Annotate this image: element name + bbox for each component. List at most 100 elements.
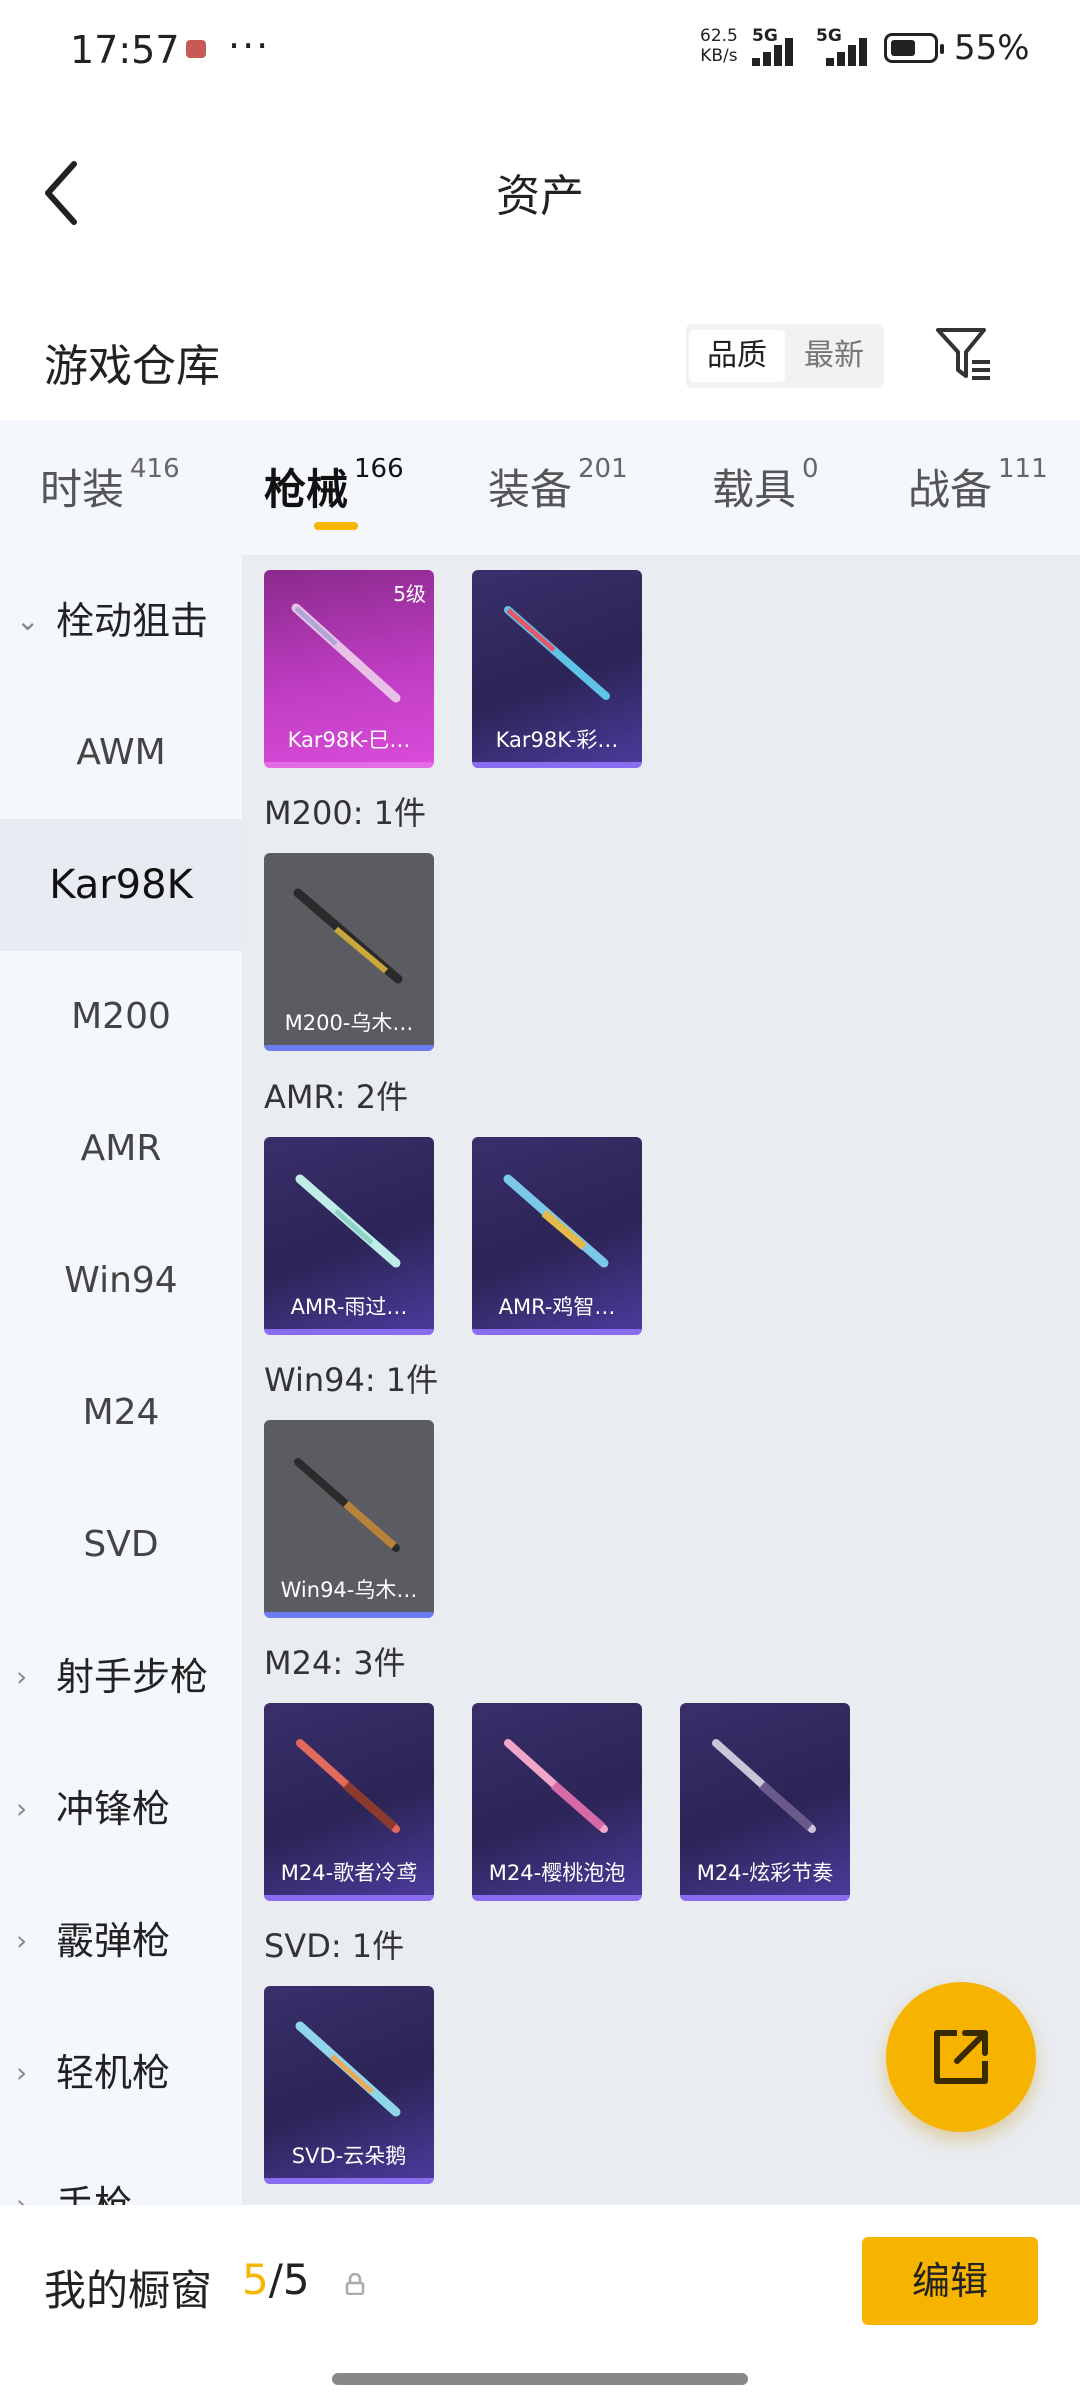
sidebar-item-amr[interactable]: AMR	[0, 1083, 242, 1215]
tab-vehicles[interactable]: 载具 0	[712, 454, 819, 517]
tab-equipment[interactable]: 装备 201	[488, 454, 628, 517]
tab-count: 0	[802, 454, 819, 484]
tab-count: 201	[578, 454, 628, 484]
chevron-right-icon: ›	[16, 2188, 28, 2205]
sort-latest-button[interactable]: 最新	[786, 330, 882, 382]
showcase-count-total: /5	[268, 2255, 310, 2304]
sidebar-category-pistol[interactable]: › 手枪	[0, 2139, 242, 2205]
group-title-amr: AMR: 2件	[264, 1078, 409, 1116]
weapon-card[interactable]: M24-樱桃泡泡	[472, 1703, 642, 1901]
rifle-icon	[296, 1739, 400, 1833]
sidebar-category-marksman[interactable]: › 射手步枪	[0, 1611, 242, 1743]
showcase-count-used: 5	[242, 2255, 269, 2304]
item-level-badge: 5级	[393, 582, 426, 606]
item-name: M24-樱桃泡泡	[488, 1861, 626, 1885]
sort-toggle: 品质 最新	[686, 324, 884, 388]
sidebar-label: 栓动狙击	[56, 599, 209, 643]
item-name: M24-歌者冷鸢	[280, 1861, 418, 1885]
sidebar-label: 冲锋枪	[56, 1787, 171, 1831]
sidebar-item-m24[interactable]: M24	[0, 1347, 242, 1479]
showcase-count: 5/5	[242, 2255, 310, 2304]
chevron-down-icon: ⌄	[16, 604, 40, 637]
tab-label: 战备	[908, 465, 993, 514]
page-title: 资产	[496, 171, 584, 222]
tab-count: 166	[354, 454, 404, 484]
rifle-icon	[295, 2021, 401, 2117]
edit-button[interactable]: 编辑	[862, 2237, 1038, 2325]
sidebar-category-smg[interactable]: › 冲锋枪	[0, 1743, 242, 1875]
rifle-icon	[504, 1739, 608, 1833]
item-name: AMR-鸡智…	[498, 1295, 616, 1319]
item-name: M24-炫彩节奏	[696, 1861, 834, 1885]
tab-label: 时装	[40, 465, 125, 514]
rifle-icon	[295, 1174, 401, 1268]
weapon-card[interactable]: AMR-雨过…	[264, 1137, 434, 1335]
battery-percent: 55%	[954, 28, 1030, 68]
item-name: SVD-云朵鹅	[291, 2144, 407, 2168]
item-name: Win94-乌木…	[280, 1578, 418, 1602]
showcase-label: 我的橱窗	[44, 2266, 213, 2315]
warehouse-header: 游戏仓库 品质 最新	[0, 300, 1080, 420]
showcase-bar: 我的橱窗 5/5 编辑	[0, 2205, 1080, 2400]
weapon-card[interactable]: M24-歌者冷鸢	[264, 1703, 434, 1901]
home-indicator[interactable]	[332, 2373, 748, 2385]
weapon-card[interactable]: Win94-乌木…	[264, 1420, 434, 1618]
sidebar-label: 霰弹枪	[56, 1919, 171, 1963]
item-name: Kar98K-巳…	[287, 728, 411, 752]
chevron-right-icon: ›	[16, 1924, 28, 1957]
tab-label: 装备	[488, 465, 573, 514]
weapon-card[interactable]: 5级 Kar98K-巳…	[264, 570, 434, 768]
sort-quality-button[interactable]: 品质	[689, 330, 785, 382]
weapon-card[interactable]: AMR-鸡智…	[472, 1137, 642, 1335]
weapon-card[interactable]: M24-炫彩节奏	[680, 1703, 850, 1901]
notification-app-icon	[186, 40, 206, 58]
rifle-icon	[712, 1739, 816, 1833]
top-nav: 资产	[0, 120, 1080, 260]
chevron-right-icon: ›	[16, 2056, 28, 2089]
sidebar-item-awm[interactable]: AWM	[0, 687, 242, 819]
weapon-grid: 5级 Kar98K-巳… Kar98K-彩… M200: 1件 M200-乌木……	[242, 555, 1080, 2205]
signal-2-icon	[826, 36, 872, 66]
chevron-right-icon: ›	[16, 1660, 28, 1693]
item-name: AMR-雨过…	[290, 1295, 408, 1319]
network-speed: 62.5 KB/s	[700, 26, 738, 66]
sidebar-category-bolt-action[interactable]: ⌄ 栓动狙击	[0, 555, 242, 687]
group-title-m200: M200: 1件	[264, 794, 427, 832]
net-speed-unit: KB/s	[700, 46, 738, 66]
tab-fashion[interactable]: 时装 416	[40, 454, 180, 517]
sidebar-label: 射手步枪	[56, 1655, 209, 1699]
category-tabs: 时装 416 枪械 166 装备 201 载具 0 战备 111	[0, 420, 1080, 555]
status-time: 17:57	[70, 28, 180, 72]
group-title-win94: Win94: 1件	[264, 1361, 439, 1399]
rifle-icon	[293, 888, 403, 984]
tab-firearms[interactable]: 枪械 166	[264, 454, 404, 517]
tab-label: 载具	[712, 465, 797, 514]
sidebar-label: 轻机枪	[56, 2051, 171, 2095]
status-bar: 17:57 ··· 62.5 KB/s 5G 5G 55%	[0, 0, 1080, 100]
filter-icon[interactable]	[934, 324, 994, 384]
share-button[interactable]	[886, 1982, 1036, 2132]
battery-icon	[884, 33, 944, 63]
weapon-card[interactable]: SVD-云朵鹅	[264, 1986, 434, 2184]
sidebar-item-m200[interactable]: M200	[0, 951, 242, 1083]
tab-indicator	[314, 522, 358, 530]
sidebar-category-lmg[interactable]: › 轻机枪	[0, 2007, 242, 2139]
group-title-m24: M24: 3件	[264, 1644, 406, 1682]
sidebar-label: 手枪	[56, 2183, 133, 2205]
weapon-card[interactable]: M200-乌木…	[264, 853, 434, 1051]
sidebar-item-kar98k[interactable]: Kar98K	[0, 819, 242, 951]
sidebar-item-svd[interactable]: SVD	[0, 1479, 242, 1611]
external-link-icon	[934, 2030, 988, 2084]
chevron-right-icon: ›	[16, 1792, 28, 1825]
weapon-card[interactable]: Kar98K-彩…	[472, 570, 642, 768]
item-name: Kar98K-彩…	[495, 728, 619, 752]
sidebar-item-win94[interactable]: Win94	[0, 1215, 242, 1347]
tab-combat-gear[interactable]: 战备 111	[908, 454, 1048, 517]
rifle-icon	[503, 1174, 609, 1268]
item-name: M200-乌木…	[284, 1011, 414, 1035]
sidebar-category-shotgun[interactable]: › 霰弹枪	[0, 1875, 242, 2007]
group-title-svd: SVD: 1件	[264, 1927, 405, 1965]
more-notifications-icon: ···	[228, 24, 271, 68]
tab-count: 416	[130, 454, 180, 484]
rifle-icon	[504, 606, 610, 700]
